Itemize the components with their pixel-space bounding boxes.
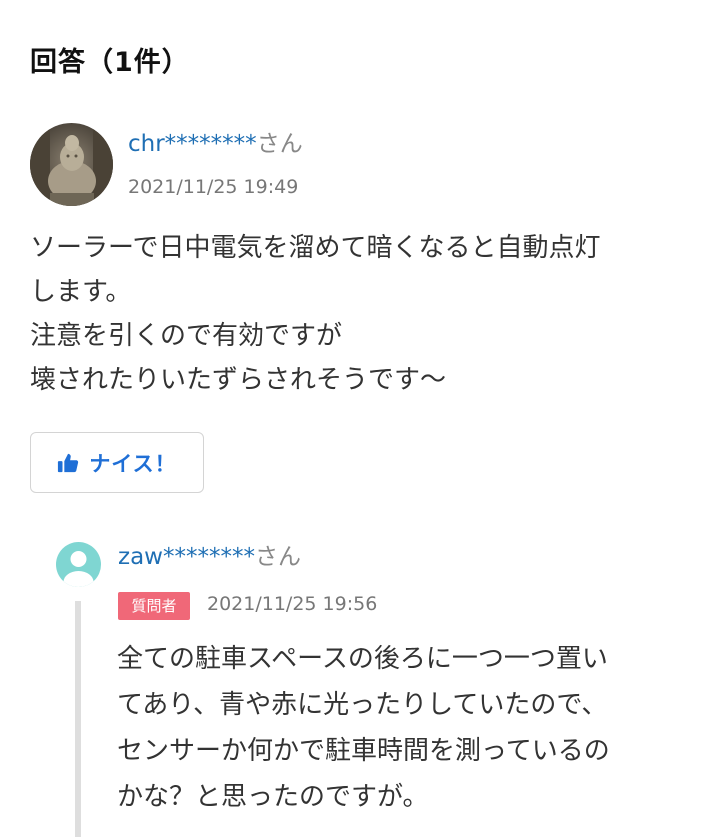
reply-username-link[interactable]: zaw******** (118, 544, 255, 570)
reply-username-suffix: さん (254, 544, 301, 570)
questioner-badge: 質問者 (118, 592, 190, 620)
reply-body-line: センサーか何かで駐車時間を測っているの (117, 736, 610, 766)
reply-avatar[interactable] (56, 542, 101, 587)
answer-username[interactable]: chr********さん (128, 128, 303, 160)
answer-timestamp: 2021/11/25 19:49 (128, 176, 299, 198)
answer-body-line: します。 (30, 277, 132, 307)
answer-body-line: 壊されたりいたずらされそうです～ (30, 365, 447, 395)
reply-thread-line (75, 601, 81, 837)
nice-button[interactable]: ナイス！ (30, 432, 204, 493)
default-user-avatar-icon (56, 542, 101, 587)
answer-username-link[interactable]: chr******** (128, 131, 257, 157)
reply-body-line: てあり、青や赤に光ったりしていたので、 (117, 690, 608, 720)
answers-heading: 回答（1件） (30, 47, 190, 78)
answer-body: ソーラーで日中電気を溜めて暗くなると自動点灯 します。 注意を引くので有効ですが… (30, 226, 700, 402)
reply-username[interactable]: zaw********さん (118, 541, 301, 573)
nice-button-label: ナイス！ (89, 451, 177, 476)
thumbs-up-icon (58, 453, 79, 472)
answer-body-line: 注意を引くので有効ですが (30, 321, 343, 351)
reply-body-line: かな？と思ったのですが。 (117, 782, 429, 812)
answer-username-suffix: さん (256, 131, 303, 157)
buddha-statue-avatar-icon (30, 123, 113, 206)
reply-timestamp: 2021/11/25 19:56 (207, 593, 378, 615)
reply-body-line: 全ての駐車スペースの後ろに一つ一つ置い (117, 644, 608, 674)
reply-body: 全ての駐車スペースの後ろに一つ一つ置い てあり、青や赤に光ったりしていたので、 … (117, 636, 707, 820)
answer-avatar[interactable] (30, 123, 113, 206)
answer-body-line: ソーラーで日中電気を溜めて暗くなると自動点灯 (30, 233, 601, 263)
